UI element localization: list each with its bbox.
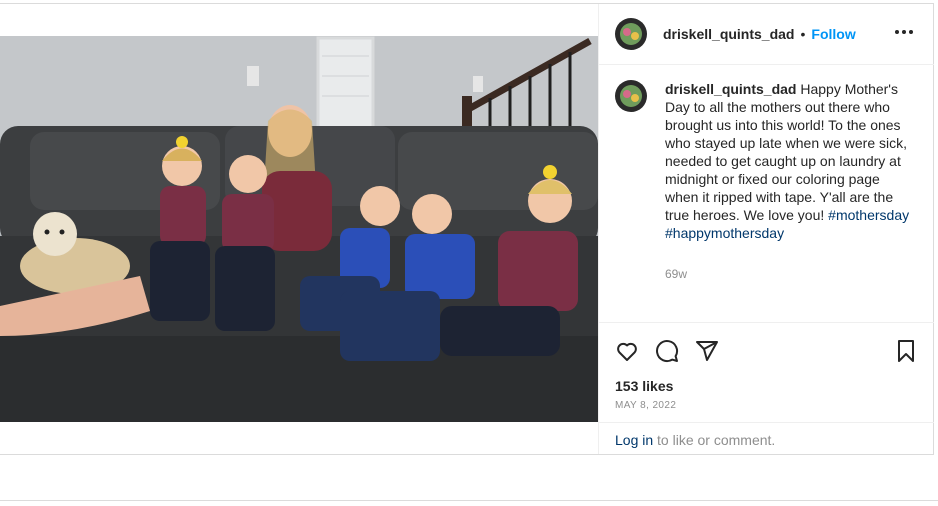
hashtag-link[interactable]: #happymothersday [665, 225, 784, 241]
follow-button[interactable]: Follow [811, 26, 855, 42]
caption-username[interactable]: driskell_quints_dad [665, 81, 796, 97]
bookmark-icon[interactable] [894, 339, 918, 368]
family-on-couch-image [0, 36, 598, 422]
likes-count[interactable]: 153 likes [615, 378, 673, 394]
caption-text: Happy Mother's Day to all the mothers ou… [665, 81, 908, 223]
login-prompt-text: to like or comment. [653, 432, 776, 448]
avatar-image [615, 18, 647, 50]
more-options-icon[interactable] [894, 22, 914, 48]
hashtag-link[interactable]: #mothersday [828, 207, 909, 223]
avatar-image [615, 80, 647, 112]
page-divider [0, 500, 938, 501]
post-header: driskell_quints_dad • Follow [599, 4, 934, 65]
post-photo[interactable] [0, 36, 598, 422]
heart-icon[interactable] [615, 339, 639, 368]
share-icon[interactable] [695, 339, 719, 368]
header-separator: • [800, 26, 806, 42]
login-link[interactable]: Log in [615, 432, 653, 448]
header-username[interactable]: driskell_quints_dad [663, 26, 794, 42]
header-text: driskell_quints_dad • Follow [663, 26, 856, 44]
post-age[interactable]: 69w [665, 267, 687, 281]
instagram-post-card: driskell_quints_dad • Follow driskell_quin… [0, 3, 934, 455]
caption-avatar[interactable] [615, 80, 647, 112]
post-side-panel: driskell_quints_dad • Follow driskell_quin… [598, 4, 934, 454]
post-caption: driskell_quints_dad Happy Mother's Day t… [665, 80, 910, 242]
post-date[interactable]: MAY 8, 2022 [615, 400, 676, 411]
login-prompt: Log in to like or comment. [599, 422, 934, 455]
comment-icon[interactable] [655, 339, 679, 368]
avatar[interactable] [615, 18, 647, 50]
